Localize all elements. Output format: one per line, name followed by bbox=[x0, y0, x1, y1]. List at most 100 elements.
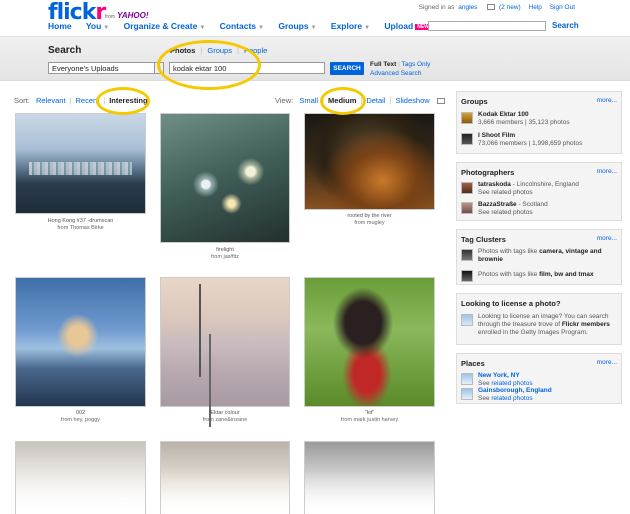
map-icon bbox=[461, 373, 473, 385]
nav-home[interactable]: Home bbox=[48, 21, 72, 31]
search-scope-select[interactable]: Everyone's Uploads ▼ bbox=[48, 62, 164, 74]
photo-caption: 002 from hey, poggy bbox=[60, 410, 101, 423]
tag-cluster-item[interactable]: Photos with tags like camera, vintage an… bbox=[461, 248, 619, 264]
chevron-down-icon[interactable]: ▼ bbox=[154, 63, 163, 73]
top-search-button[interactable]: Search bbox=[552, 21, 579, 30]
license-item: Looking to license an image? You can sea… bbox=[461, 313, 619, 339]
photographers-box: Photographers more... tatraskoda - Linco… bbox=[456, 162, 622, 221]
photo-thumbnail[interactable] bbox=[160, 277, 290, 407]
photo-thumbnail[interactable] bbox=[160, 113, 290, 243]
places-box: Places more... New York, NY See related p… bbox=[456, 353, 622, 404]
search-mode: Full Text | Tags Only bbox=[370, 61, 431, 68]
photo-title[interactable]: firelight bbox=[216, 247, 234, 253]
photographers-heading: Photographers bbox=[461, 168, 515, 177]
photo-thumbnail[interactable] bbox=[15, 441, 146, 514]
photo-thumbnail[interactable] bbox=[15, 277, 146, 407]
nav-explore[interactable]: Explore ▼ bbox=[331, 21, 370, 31]
group-item[interactable]: I Shoot Film 73,066 members | 1,998,659 p… bbox=[461, 132, 619, 148]
photo-title[interactable]: "kit" bbox=[365, 410, 374, 416]
nav-groups[interactable]: Groups ▼ bbox=[278, 21, 316, 31]
sort-relevant[interactable]: Relevant bbox=[36, 96, 66, 105]
new-messages-link[interactable]: (2 new) bbox=[499, 4, 521, 11]
tag-cluster-item[interactable]: Photos with tags like film, bw and tmax bbox=[461, 269, 619, 282]
place-item[interactable]: New York, NY See related photos bbox=[461, 372, 619, 388]
view-bar: View: Small | Medium | Detail | Slideshow bbox=[275, 96, 445, 105]
top-search-input[interactable] bbox=[428, 21, 546, 31]
photo-thumbnail[interactable] bbox=[304, 277, 435, 407]
photo-caption: "kit" from mark justin harvey bbox=[340, 410, 399, 423]
photo-caption: rooted by the river from mugley bbox=[347, 213, 392, 226]
photo-thumbnail[interactable] bbox=[160, 441, 290, 514]
photo-thumbnail[interactable] bbox=[15, 113, 146, 214]
nav-organize[interactable]: Organize & Create ▼ bbox=[124, 21, 206, 31]
top-bar: flickr from YAHOO! Signed in as angles (… bbox=[0, 0, 630, 34]
view-medium[interactable]: Medium bbox=[328, 96, 356, 105]
photo-title[interactable]: rooted by the river bbox=[347, 213, 391, 219]
groups-more-link[interactable]: more... bbox=[597, 97, 617, 104]
photo-thumbnail[interactable] bbox=[304, 441, 435, 514]
tag-clusters-box: Tag Clusters more... Photos with tags li… bbox=[456, 229, 622, 285]
tag-cluster-thumbnail bbox=[461, 249, 473, 261]
tab-people[interactable]: People bbox=[244, 46, 267, 55]
help-link[interactable]: Help bbox=[529, 4, 542, 11]
groups-box: Groups more... Kodak Ektar 100 3,666 memb… bbox=[456, 91, 622, 154]
license-box: Looking to license a photo? Looking to l… bbox=[456, 293, 622, 345]
tab-photos[interactable]: Photos bbox=[170, 46, 195, 55]
sort-bar: Sort: Relevant | Recent | Interesting bbox=[14, 96, 148, 105]
search-panel: Search Photos | Groups | People Everyone's U… bbox=[0, 36, 630, 81]
tags-only-link[interactable]: Tags Only bbox=[401, 61, 430, 68]
search-button[interactable]: SEARCH bbox=[330, 62, 364, 75]
photographers-more-link[interactable]: more... bbox=[597, 168, 617, 175]
tab-groups[interactable]: Groups bbox=[207, 46, 232, 55]
main-nav: Home You ▼ Organize & Create ▼ Contacts ▼ G… bbox=[48, 21, 443, 31]
chevron-down-icon[interactable]: ▼ bbox=[311, 25, 317, 31]
places-heading: Places bbox=[461, 359, 485, 368]
nav-contacts[interactable]: Contacts ▼ bbox=[220, 21, 264, 31]
sign-out-link[interactable]: Sign Out bbox=[550, 4, 575, 11]
sort-recent[interactable]: Recent bbox=[76, 96, 100, 105]
places-more-link[interactable]: more... bbox=[597, 359, 617, 366]
sort-interesting[interactable]: Interesting bbox=[109, 96, 147, 105]
mail-icon[interactable] bbox=[487, 4, 496, 11]
group-icon bbox=[461, 112, 473, 124]
advanced-search-link[interactable]: Advanced Search bbox=[370, 70, 421, 77]
user-bar: Signed in as angles (2 new) Help Sign Ou… bbox=[418, 4, 575, 11]
tag-clusters-more-link[interactable]: more... bbox=[597, 235, 617, 242]
map-icon bbox=[461, 388, 473, 400]
nav-upload[interactable]: Upload NEW bbox=[384, 21, 431, 31]
search-input[interactable]: kodak ektar 100 bbox=[169, 62, 325, 74]
group-icon bbox=[461, 133, 473, 145]
photo-title[interactable]: Ektar colour bbox=[210, 410, 239, 416]
license-heading: Looking to license a photo? bbox=[461, 299, 561, 308]
chevron-down-icon[interactable]: ▼ bbox=[364, 25, 370, 31]
view-slideshow[interactable]: Slideshow bbox=[395, 96, 429, 105]
photo-caption: firelight from jas/fitz bbox=[210, 247, 240, 260]
search-tabs: Photos | Groups | People bbox=[170, 46, 268, 55]
view-detail[interactable]: Detail bbox=[366, 96, 385, 105]
chevron-down-icon[interactable]: ▼ bbox=[258, 25, 264, 31]
chevron-down-icon[interactable]: ▼ bbox=[199, 25, 205, 31]
nav-you[interactable]: You ▼ bbox=[86, 21, 109, 31]
chevron-down-icon[interactable]: ▼ bbox=[103, 25, 109, 31]
tag-cluster-thumbnail bbox=[461, 270, 473, 282]
group-item[interactable]: Kodak Ektar 100 3,666 members | 35,123 ph… bbox=[461, 111, 619, 127]
flickr-members-link[interactable]: Flickr members bbox=[562, 321, 610, 328]
full-text-option[interactable]: Full Text bbox=[370, 61, 396, 68]
photo-caption: Hong Kong #37 -drumscan from Thomas Birke bbox=[47, 218, 114, 231]
yahoo-logo: from YAHOO! bbox=[105, 11, 149, 20]
photo-title[interactable]: Hong Kong #37 -drumscan bbox=[48, 218, 114, 224]
photographer-item[interactable]: tatraskoda - Lincolnshire, England See re… bbox=[461, 181, 619, 197]
image-icon bbox=[461, 314, 473, 326]
avatar bbox=[461, 182, 473, 194]
avatar bbox=[461, 202, 473, 214]
monitor-icon[interactable] bbox=[436, 98, 445, 105]
tag-clusters-heading: Tag Clusters bbox=[461, 235, 506, 244]
place-item[interactable]: Gainsborough, England See related photos bbox=[461, 387, 619, 403]
page-title: Search bbox=[48, 45, 82, 56]
photographer-item[interactable]: BazzaStraße - Scotland See related photos bbox=[461, 201, 619, 217]
photo-caption: Ektar colour from zane&inzane bbox=[202, 410, 248, 423]
photo-title[interactable]: 002 bbox=[76, 410, 85, 416]
photo-thumbnail[interactable] bbox=[304, 113, 435, 210]
username-link[interactable]: angles bbox=[458, 4, 477, 11]
view-small[interactable]: Small bbox=[299, 96, 318, 105]
